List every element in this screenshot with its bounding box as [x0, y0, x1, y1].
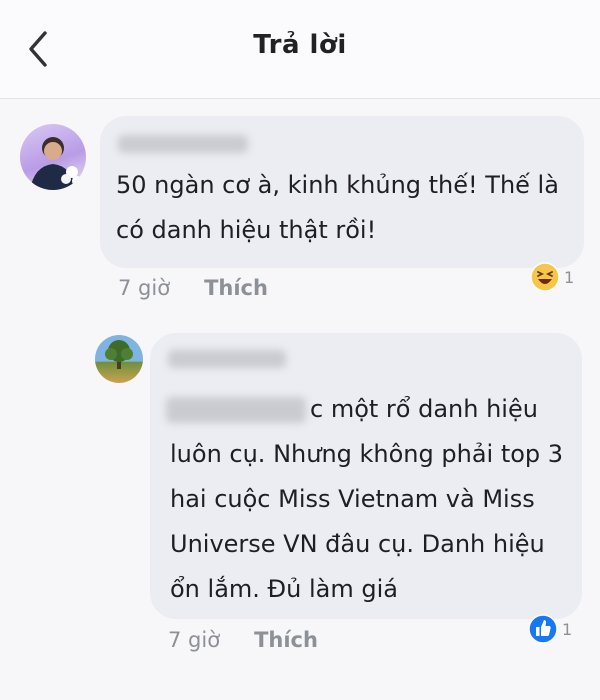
commenter-name-blurred[interactable] [168, 350, 286, 368]
like-icon [528, 614, 558, 644]
comment-text: c một rổ danh hiệu luôn cụ. Nhưng không … [170, 395, 564, 603]
haha-icon [530, 262, 560, 292]
reaction-count: 1 [562, 619, 573, 639]
like-button[interactable]: Thích [204, 276, 268, 300]
reaction-count: 1 [564, 267, 575, 287]
person-silhouette-icon [30, 137, 82, 190]
avatar[interactable] [95, 335, 143, 383]
avatar[interactable] [20, 124, 86, 190]
page-title: Trả lời [253, 30, 347, 60]
comment-timestamp: 7 giờ [118, 276, 171, 300]
comment-text: 50 ngàn cơ à, kinh khủng thế! Thế là có … [116, 171, 559, 244]
comment-meta: 7 giờ Thích [118, 276, 268, 300]
header-bar: Trả lời [0, 0, 600, 99]
tree-landscape-icon [105, 340, 133, 369]
like-button[interactable]: Thích [254, 628, 318, 652]
reaction-summary[interactable]: 1 [530, 262, 574, 292]
comment-timestamp: 7 giờ [168, 628, 221, 652]
reaction-summary[interactable]: 1 [528, 614, 572, 644]
commenter-name-blurred[interactable] [118, 135, 248, 153]
comment-meta: 7 giờ Thích [168, 628, 318, 652]
